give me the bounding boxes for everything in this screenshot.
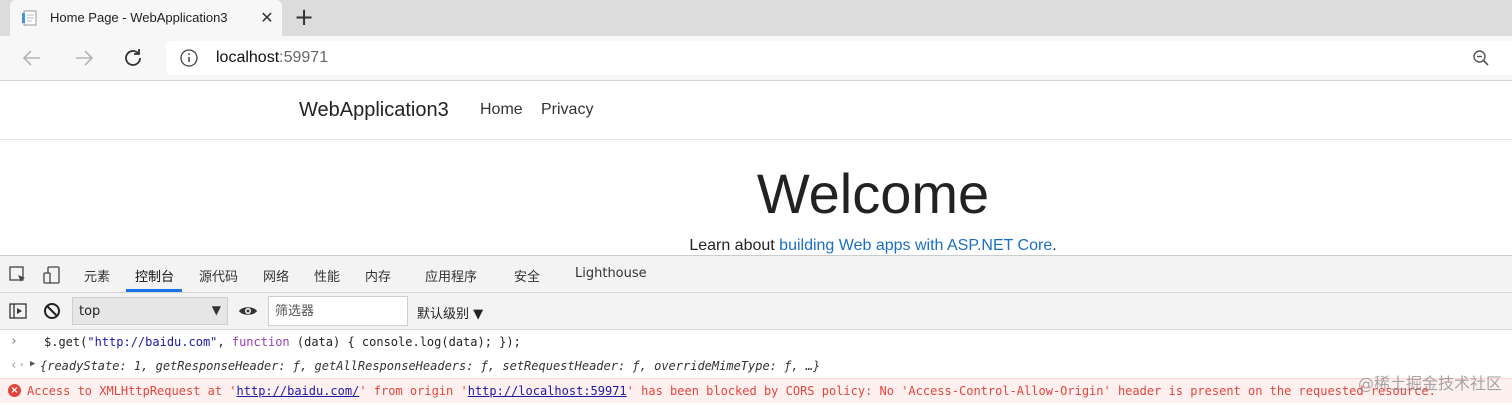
tab-console[interactable]: 控制台 [135, 266, 174, 285]
active-tab-indicator [126, 289, 182, 292]
welcome-heading: Welcome [756, 162, 990, 225]
learn-suffix: . [1052, 237, 1057, 254]
cors-error-message: Access to XMLHttpRequest at 'http://baid… [27, 384, 1436, 398]
close-tab-icon[interactable]: ✕ [258, 9, 276, 27]
console-output: › $.get("http://baidu.com", function (da… [0, 330, 1512, 405]
nav-link-privacy[interactable]: Privacy [541, 101, 593, 119]
error-link-localhost[interactable]: http://localhost:59971 [468, 384, 627, 398]
learn-about-text: Learn about building Web apps with ASP.N… [0, 237, 1512, 255]
watermark: @稀土掘金技术社区 [1357, 374, 1502, 393]
zoom-out-icon[interactable] [1472, 49, 1490, 67]
show-sidebar-icon[interactable] [8, 301, 28, 321]
nav-link-home[interactable]: Home [480, 101, 523, 119]
tab-sources[interactable]: 源代码 [199, 266, 238, 285]
address-bar[interactable]: localhost:59971 [166, 41, 1512, 75]
browser-toolbar: localhost:59971 [0, 36, 1512, 81]
info-icon[interactable] [180, 49, 198, 67]
forward-arrow-icon[interactable] [72, 46, 96, 70]
clear-console-icon[interactable] [42, 301, 62, 321]
tab-application[interactable]: 应用程序 [425, 266, 477, 285]
error-icon: × [8, 384, 21, 397]
prompt-chevron-icon: › [10, 334, 18, 349]
tab-security[interactable]: 安全 [514, 266, 540, 285]
back-arrow-icon[interactable] [20, 46, 44, 70]
learn-prefix: Learn about [689, 237, 780, 254]
console-error-line: × Access to XMLHttpRequest at 'http://ba… [0, 378, 1512, 403]
url-text[interactable]: localhost:59971 [216, 49, 328, 67]
console-result-line: ‹· ▶ {readyState: 1, getResponseHeader: … [0, 354, 1512, 378]
devtools-tab-bar: 元素 控制台 源代码 网络 性能 内存 应用程序 安全 Lighthouse [0, 256, 1512, 293]
device-toolbar-icon[interactable] [42, 265, 62, 285]
site-navbar: WebApplication3 Home Privacy [0, 81, 1512, 140]
devtools-panel: 元素 控制台 源代码 网络 性能 内存 应用程序 安全 Lighthouse t… [0, 255, 1512, 405]
error-link-baidu[interactable]: http://baidu.com/ [237, 384, 360, 398]
context-value: top [79, 304, 101, 319]
aspnet-docs-link[interactable]: building Web apps with ASP.NET Core [779, 237, 1052, 254]
console-command[interactable]: $.get("http://baidu.com", function (data… [44, 335, 521, 349]
chevron-down-icon: ▼ [211, 303, 221, 317]
tab-title: Home Page - WebApplication3 [50, 10, 228, 25]
tab-performance[interactable]: 性能 [314, 266, 340, 285]
live-expression-eye-icon[interactable] [238, 301, 258, 321]
inspect-element-icon[interactable] [8, 265, 28, 285]
site-brand[interactable]: WebApplication3 [299, 99, 449, 122]
tab-strip: Home Page - WebApplication3 ✕ + [0, 0, 1512, 36]
tab-lighthouse[interactable]: Lighthouse [575, 266, 647, 281]
browser-tab[interactable]: Home Page - WebApplication3 ✕ [10, 0, 282, 36]
page-favicon-icon [22, 10, 38, 26]
tab-memory[interactable]: 内存 [365, 266, 391, 285]
filter-input[interactable] [268, 296, 408, 326]
tab-network[interactable]: 网络 [263, 266, 289, 285]
return-arrow-icon: ‹· [10, 358, 26, 373]
log-levels-dropdown[interactable]: 默认级别 ▼ [417, 303, 483, 322]
context-selector[interactable]: top ▼ [72, 297, 228, 325]
refresh-icon[interactable] [121, 46, 145, 70]
tab-elements[interactable]: 元素 [84, 266, 110, 285]
console-result-object[interactable]: {readyState: 1, getResponseHeader: ƒ, ge… [40, 359, 820, 373]
console-input-line: › $.get("http://baidu.com", function (da… [0, 330, 1512, 354]
expand-triangle-icon[interactable]: ▶ [30, 359, 35, 369]
web-page: WebApplication3 Home Privacy Welcome Lea… [0, 81, 1512, 255]
console-toolbar: top ▼ 默认级别 ▼ [0, 293, 1512, 330]
new-tab-icon[interactable]: + [292, 5, 316, 30]
